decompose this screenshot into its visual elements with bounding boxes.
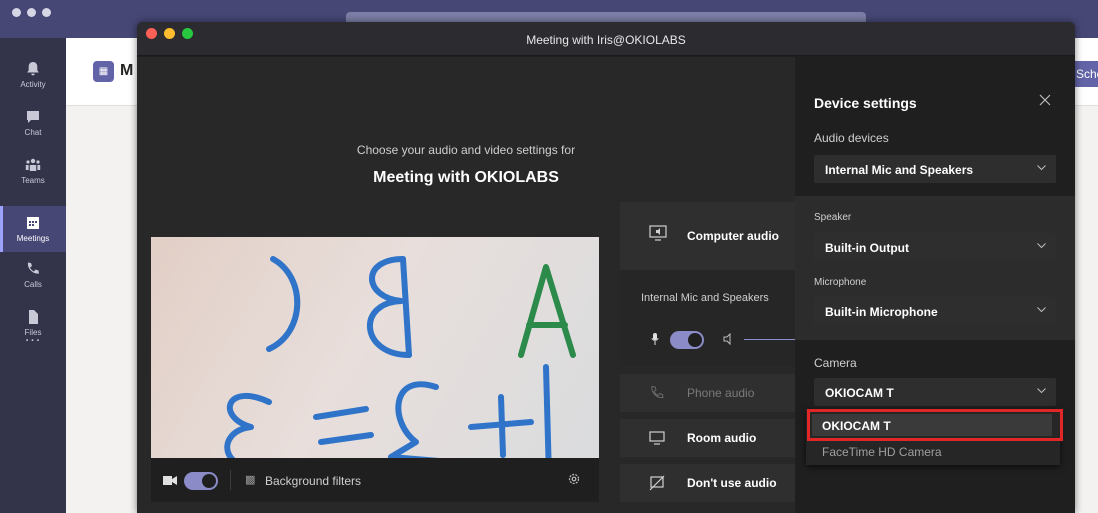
room-audio-label: Room audio (687, 431, 757, 445)
camera-preview (151, 237, 599, 493)
meeting-titlebar: Meeting with Iris@OKIOLABS (137, 22, 1075, 56)
app-rail: Activity Chat Teams Meetings Calls Files… (0, 38, 66, 513)
meetings-header-icon: ▦ (93, 61, 114, 82)
dont-use-audio-option[interactable]: Don't use audio (620, 464, 800, 502)
sidebar-item-label: Calls (24, 280, 42, 289)
microphone-toggle[interactable] (670, 331, 704, 349)
monitor-icon (649, 431, 665, 445)
sidebar-item-teams[interactable]: Teams (0, 148, 66, 194)
chevron-down-icon (1037, 165, 1046, 171)
computer-audio-label: Computer audio (687, 229, 779, 243)
speaker-icon (723, 333, 731, 345)
sidebar-item-calls[interactable]: Calls (0, 252, 66, 298)
sidebar-item-label: Teams (21, 176, 45, 185)
prejoin-prompt: Choose your audio and video settings for (356, 143, 576, 157)
phone-audio-option[interactable]: Phone audio (620, 374, 800, 412)
room-audio-option[interactable]: Room audio (620, 419, 800, 457)
camera-option-facetime[interactable]: FaceTime HD Camera (812, 440, 1052, 462)
camera-icon (163, 476, 177, 485)
microphone-icon (651, 333, 659, 345)
sidebar-item-label: Meetings (16, 234, 50, 243)
speaker-dropdown[interactable]: Built-in Output (814, 233, 1056, 261)
dont-use-audio-label: Don't use audio (687, 476, 777, 490)
camera-toggle[interactable] (184, 472, 218, 490)
volume-slider[interactable] (744, 339, 800, 340)
microphone-label: Microphone (814, 277, 867, 288)
meeting-window-title: Meeting with Iris@OKIOLABS (526, 33, 686, 47)
chevron-down-icon (1037, 243, 1046, 249)
chevron-down-icon (1037, 307, 1046, 313)
teams-icon (25, 158, 41, 171)
computer-audio-icon (649, 225, 667, 241)
preview-controls-bar (151, 458, 599, 502)
controls-divider (230, 470, 231, 490)
chat-icon (27, 111, 39, 123)
speaker-label: Speaker (814, 212, 852, 223)
camera-label: Camera (814, 356, 857, 370)
no-audio-icon (649, 475, 665, 491)
device-settings-title: Device settings (814, 95, 917, 111)
sidebar-item-chat[interactable]: Chat (0, 100, 66, 146)
chevron-down-icon (1037, 388, 1046, 394)
whiteboard-image (224, 256, 576, 480)
close-icon[interactable] (1039, 94, 1051, 106)
outer-header-title: M (120, 62, 134, 79)
file-icon (29, 310, 38, 324)
audio-devices-value: Internal Mic and Speakers (825, 163, 974, 177)
computer-audio-details (620, 270, 800, 366)
camera-dropdown[interactable]: OKIOCAM T (814, 378, 1056, 406)
prejoin-meeting-title: Meeting with OKIOLABS (373, 169, 559, 186)
phone-audio-icon (651, 385, 664, 399)
more-apps-icon[interactable]: ... (0, 328, 66, 346)
sidebar-item-activity[interactable]: Activity (0, 52, 66, 98)
audio-devices-label: Audio devices (814, 131, 889, 145)
phone-icon (27, 262, 39, 274)
outer-window-controls (12, 8, 51, 17)
phone-audio-label: Phone audio (687, 386, 755, 400)
calendar-icon (27, 217, 39, 229)
current-audio-device: Internal Mic and Speakers (641, 292, 769, 304)
bell-icon (27, 62, 39, 76)
microphone-dropdown[interactable]: Built-in Microphone (814, 297, 1056, 325)
audio-devices-dropdown[interactable]: Internal Mic and Speakers (814, 155, 1056, 183)
speaker-value: Built-in Output (825, 241, 909, 255)
sidebar-item-label: Chat (24, 128, 42, 137)
sidebar-item-label: Activity (20, 80, 46, 89)
selection-highlight (807, 409, 1063, 441)
camera-value: OKIOCAM T (825, 386, 894, 400)
background-filters-button[interactable]: Background filters (265, 474, 361, 488)
gear-icon[interactable] (567, 472, 581, 486)
microphone-value: Built-in Microphone (825, 305, 938, 319)
background-filters-icon: ▩ (245, 474, 256, 486)
sidebar-item-meetings[interactable]: Meetings (0, 206, 66, 252)
